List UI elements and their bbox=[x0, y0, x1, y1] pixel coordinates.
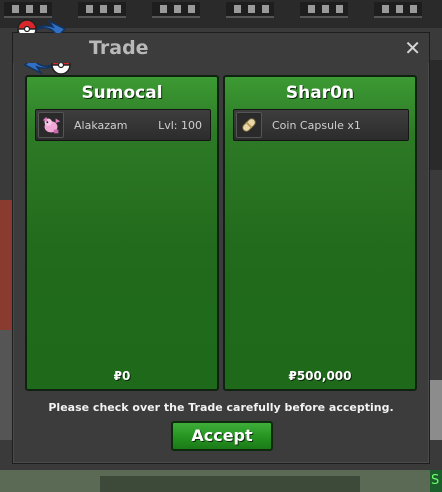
player-name: Shar0n bbox=[285, 83, 355, 103]
trade-window: Trade ✕ Sumocal Alakazam Lvl: 100 ₽0 Sha… bbox=[12, 19, 430, 464]
trade-notice: Please check over the Trade carefully be… bbox=[48, 401, 394, 414]
close-icon[interactable]: ✕ bbox=[404, 36, 421, 60]
game-background-wall bbox=[430, 60, 442, 170]
pokemon-sprite-icon bbox=[38, 112, 64, 138]
background-tile bbox=[374, 2, 422, 18]
trade-panel-sumocal: Sumocal Alakazam Lvl: 100 ₽0 bbox=[25, 75, 219, 391]
accept-button[interactable]: Accept bbox=[171, 421, 273, 451]
pokemon-level: Lvl: 100 bbox=[158, 119, 202, 132]
background-tile bbox=[300, 2, 348, 18]
game-background-wall bbox=[430, 380, 442, 440]
trade-item-slot[interactable]: Alakazam Lvl: 100 bbox=[35, 109, 211, 141]
money-offer: ₽500,000 bbox=[288, 369, 352, 383]
background-tile bbox=[226, 2, 274, 18]
game-background-chat-edge: S bbox=[430, 470, 442, 492]
player-name: Sumocal bbox=[81, 83, 163, 103]
trade-item-slot[interactable]: Coin Capsule x1 bbox=[233, 109, 409, 141]
money-offer: ₽0 bbox=[113, 369, 131, 383]
item-name: Coin Capsule x1 bbox=[272, 119, 361, 132]
background-tile bbox=[78, 2, 126, 18]
window-title: Trade bbox=[89, 37, 149, 59]
background-tile bbox=[152, 2, 200, 18]
game-background-characters bbox=[100, 476, 360, 492]
coin-capsule-icon bbox=[236, 112, 262, 138]
trade-panel-shar0n: Shar0n Coin Capsule x1 ₽500,000 bbox=[223, 75, 417, 391]
window-titlebar[interactable]: Trade ✕ bbox=[13, 33, 429, 63]
pokemon-name: Alakazam bbox=[74, 119, 128, 132]
